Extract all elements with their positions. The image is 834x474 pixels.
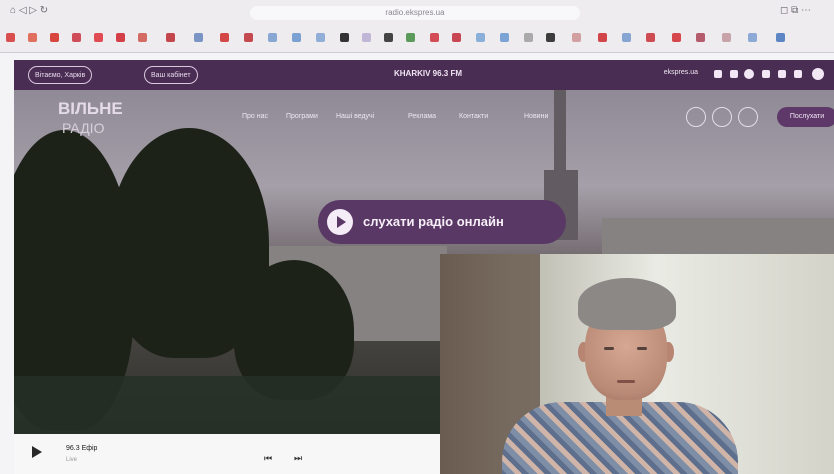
bookmark-icon[interactable] [340,33,349,42]
bookmark-icon[interactable] [646,33,655,42]
bookmark-icon[interactable] [500,33,509,42]
twitter-icon[interactable] [730,70,738,78]
site-top-bar: Вітаємо, Харків Ваш кабінет KHARKIV 96.3… [14,60,834,90]
bookmark-icon[interactable] [748,33,757,42]
phone-icon[interactable] [686,107,706,127]
browser-tab-row: ⌂ ◁ ▷ ↻ radio.ekspres.ua ◻ ⧉ ⋯ [0,0,834,24]
bookmark-icon[interactable] [6,33,15,42]
address-bar[interactable]: radio.ekspres.ua [250,6,580,20]
bookmark-icon[interactable] [672,33,681,42]
bookmark-icon[interactable] [116,33,125,42]
nav-item[interactable]: Реклама [408,113,436,120]
bookmark-icon[interactable] [72,33,81,42]
person-hair [578,278,676,330]
person-eye [604,347,614,350]
building-silhouette [602,218,834,256]
bookmark-icon[interactable] [572,33,581,42]
telegram-icon[interactable] [762,70,770,78]
track-title: 96.3 Ефір [66,445,98,452]
bookmark-icon[interactable] [316,33,325,42]
bookmark-icon[interactable] [50,33,59,42]
window-controls[interactable]: ⌂ ◁ ▷ ↻ [10,5,48,19]
track-subtitle: Live [66,457,78,463]
bookmark-icon[interactable] [476,33,485,42]
bookmark-icon[interactable] [384,33,393,42]
bookmark-icon[interactable] [166,33,175,42]
listen-online-label: слухати радіо онлайн [363,214,504,229]
nav-item[interactable]: Контакти [459,113,488,120]
youtube-icon[interactable] [744,69,754,79]
nav-item[interactable]: Про нас [242,113,268,120]
nav-item[interactable]: Програми [286,113,318,120]
facebook-icon[interactable] [714,70,722,78]
bookmark-bar [6,33,826,45]
search-icon[interactable] [812,68,824,80]
bookmark-icon[interactable] [220,33,229,42]
bookmark-icon[interactable] [430,33,439,42]
frequency-label: KHARKIV 96.3 FM [394,69,463,78]
bookmark-icon[interactable] [622,33,631,42]
bookmark-icon[interactable] [722,33,731,42]
bookmark-icon[interactable] [268,33,277,42]
window-right-controls[interactable]: ◻ ⧉ ⋯ [780,5,811,19]
chat-icon[interactable] [712,107,732,127]
play-icon [327,209,353,235]
person-mouth [617,380,635,383]
person-eye [637,347,647,350]
bookmark-icon[interactable] [244,33,253,42]
bookmark-icon[interactable] [138,33,147,42]
webcam-overlay [440,254,834,474]
instagram-icon[interactable] [778,70,786,78]
top-pill-cabinet[interactable]: Ваш кабінет [144,66,198,84]
bookmark-icon[interactable] [292,33,301,42]
site-logo-subtitle: РАДІО [62,120,105,136]
bookmark-icon[interactable] [194,33,203,42]
viber-icon[interactable] [794,70,802,78]
browser-window-chrome: ⌂ ◁ ▷ ↻ radio.ekspres.ua ◻ ⧉ ⋯ [0,0,834,53]
site-logo[interactable]: ВІЛЬНЕ [58,100,123,117]
forward-icon[interactable]: ⏭ [294,453,302,464]
bookmark-icon[interactable] [452,33,461,42]
listen-online-button[interactable]: слухати радіо онлайн [318,200,566,244]
play-circle-icon[interactable] [738,107,758,127]
bookmark-icon[interactable] [362,33,371,42]
bookmark-icon[interactable] [776,33,785,42]
rewind-icon[interactable]: ⏮ [264,453,272,464]
bookmark-icon[interactable] [696,33,705,42]
bookmark-icon[interactable] [406,33,415,42]
nav-item[interactable]: Наші ведучі [336,113,374,120]
bookmark-icon[interactable] [28,33,37,42]
listen-header-button[interactable]: Послухати [777,107,834,127]
bookmark-icon[interactable] [94,33,103,42]
bookmark-icon[interactable] [546,33,555,42]
nav-item[interactable]: Новини [524,113,548,120]
top-pill-left[interactable]: Вітаємо, Харків [28,66,93,84]
site-domain: ekspres.ua [663,69,698,76]
bookmark-icon[interactable] [598,33,607,42]
bookmark-icon[interactable] [524,33,533,42]
play-icon[interactable] [32,446,42,458]
